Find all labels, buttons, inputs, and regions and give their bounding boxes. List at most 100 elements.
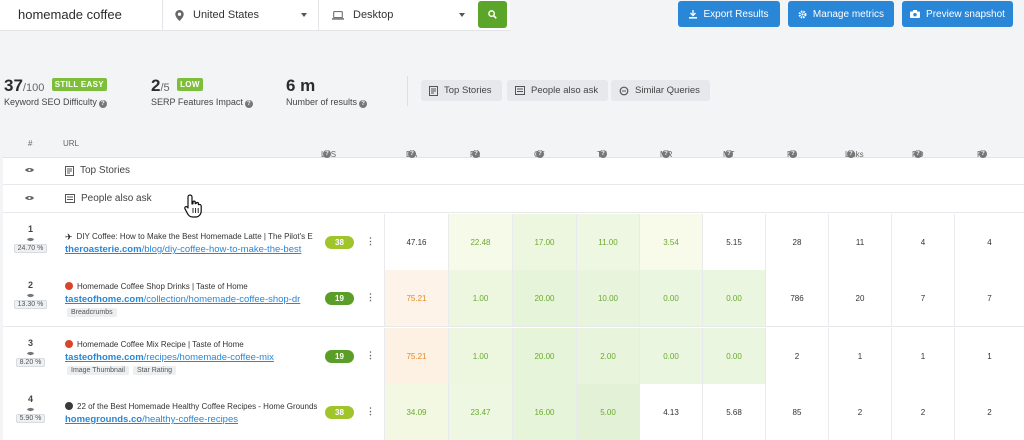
result-url[interactable]: tasteofhome.com/collection/homemade-coff… — [65, 294, 317, 305]
metric-cell-tf: 2.00 — [576, 328, 639, 384]
serp-feature-label: People also ask — [81, 193, 152, 204]
help-icon[interactable]: ? — [847, 150, 855, 158]
results-metric: 6 m Number of results? — [286, 76, 368, 108]
eye-icon[interactable] — [5, 404, 56, 412]
help-icon[interactable]: ? — [599, 150, 607, 158]
help-icon[interactable]: ? — [725, 150, 733, 158]
chip-label: People also ask — [531, 85, 599, 96]
eye-icon[interactable] — [5, 234, 56, 242]
eye-icon[interactable] — [25, 195, 34, 201]
keyword-input[interactable]: homemade coffee — [0, 0, 163, 30]
list-box-icon — [515, 86, 525, 95]
chip-similar-queries[interactable]: Similar Queries — [611, 80, 710, 101]
difficulty-badge: STILL EASY — [51, 78, 107, 91]
result-domain: theroasterie.com — [65, 244, 142, 255]
metric-cell-cf: 17.00 — [512, 214, 576, 270]
help-icon[interactable]: ? — [536, 150, 544, 158]
metric-cell-da: 75.21 — [384, 270, 448, 326]
chip-top-stories[interactable]: Top Stories — [421, 80, 502, 101]
metric-cell-mt: 5.15 — [702, 214, 765, 270]
country-label: United States — [193, 9, 260, 21]
country-select[interactable]: United States — [163, 0, 319, 30]
camera-icon — [910, 10, 921, 18]
rank-cell: 1 24.70 % — [5, 224, 56, 253]
result-title-text: 22 of the Best Homemade Healthy Coffee R… — [77, 402, 317, 411]
metric-cell-links: 20 — [828, 270, 891, 326]
metric-cell-links: 11 — [828, 214, 891, 270]
help-icon[interactable]: ? — [662, 150, 670, 158]
more-options-icon[interactable]: ⋮ — [366, 236, 375, 247]
plane-icon: ✈ — [65, 232, 73, 242]
search-button[interactable] — [478, 1, 507, 28]
more-options-icon[interactable]: ⋮ — [366, 406, 375, 417]
rank-number: 1 — [27, 224, 33, 234]
rank-number: 3 — [27, 338, 33, 348]
col-rank[interactable]: # — [28, 139, 32, 148]
serp-feature-row[interactable]: Top Stories — [3, 158, 1024, 185]
chip-people-also-ask[interactable]: People also ask — [507, 80, 609, 101]
help-icon[interactable]: ? — [789, 150, 797, 158]
lps-badge: 19 — [325, 350, 354, 363]
result-title-text: DIY Coffee: How to Make the Best Homemad… — [76, 232, 313, 241]
help-icon[interactable]: ? — [359, 100, 368, 108]
help-icon[interactable]: ? — [914, 150, 922, 158]
search-bar: homemade coffee United States Desktop — [0, 0, 510, 31]
serp-badge: LOW — [177, 78, 203, 91]
result-url[interactable]: tasteofhome.com/recipes/homemade-coffee-… — [65, 352, 317, 363]
table-row: 4 5.90 % 22 of the Best Homemade Healthy… — [3, 384, 1024, 440]
more-options-icon[interactable]: ⋮ — [366, 292, 375, 303]
results-table: # URL LPS ? DA ? PA ? CF ? TF ? MR ? MT … — [3, 128, 1024, 440]
divider — [407, 76, 408, 106]
help-icon[interactable]: ? — [244, 100, 253, 108]
rank-number: 4 — [27, 394, 33, 404]
metric-cell-fb: 28 — [765, 214, 828, 270]
metric-cell-cf: 20.00 — [512, 270, 576, 326]
eye-icon[interactable] — [5, 290, 56, 298]
metric-cell-mt: 0.00 — [702, 328, 765, 384]
metric-cell-pa: 1.00 — [448, 328, 512, 384]
result-path: /recipes/homemade-coffee-mix — [143, 352, 274, 363]
newspaper-icon — [65, 165, 74, 176]
location-pin-icon — [175, 9, 184, 21]
result-domain: tasteofhome.com — [65, 352, 144, 363]
help-icon[interactable]: ? — [472, 150, 480, 158]
preview-snapshot-button[interactable]: Preview snapshot — [902, 1, 1013, 27]
result-title: Homemade Coffee Shop Drinks | Taste of H… — [65, 282, 317, 291]
hand-cursor-icon — [184, 194, 202, 218]
feature-tag: Star Rating — [132, 366, 176, 375]
export-results-button[interactable]: Export Results — [678, 1, 780, 27]
metric-cell-fb: 85 — [765, 384, 828, 440]
serp-feature-tags: Breadcrumbs — [67, 308, 117, 317]
serp-feature-label: Top Stories — [80, 165, 131, 176]
result-url[interactable]: theroasterie.com/blog/diy-coffee-how-to-… — [65, 244, 317, 255]
metric-cell-tf: 11.00 — [576, 214, 639, 270]
serp-feature-row[interactable]: People also ask — [3, 186, 1024, 213]
metric-cell-links: 2 — [828, 384, 891, 440]
metric-cell-ri: 1 — [954, 328, 1024, 384]
metric-cell-ri: 4 — [954, 214, 1024, 270]
lps-badge: 38 — [325, 406, 354, 419]
results-value: 6 m — [286, 76, 316, 95]
result-domain: homegrounds.co — [65, 414, 143, 425]
help-icon[interactable]: ? — [98, 100, 107, 108]
metric-cell-mr: 0.00 — [639, 328, 702, 384]
coffee-bean-icon — [65, 402, 73, 410]
manage-metrics-button[interactable]: Manage metrics — [788, 1, 894, 27]
metric-cell-mt: 0.00 — [702, 270, 765, 326]
help-icon[interactable]: ? — [979, 150, 987, 158]
metric-cell-ri: 7 — [954, 270, 1024, 326]
eye-icon[interactable] — [5, 348, 56, 356]
metric-cell-fb: 2 — [765, 328, 828, 384]
result-url[interactable]: homegrounds.co/healthy-coffee-recipes — [65, 414, 317, 425]
metric-cell-pa: 1.00 — [448, 270, 512, 326]
table-row: 1 24.70 % ✈ DIY Coffee: How to Make the B… — [3, 214, 1024, 271]
help-icon[interactable]: ? — [408, 150, 416, 158]
help-icon[interactable]: ? — [323, 150, 331, 158]
chevron-down-icon — [459, 13, 465, 17]
eye-icon[interactable] — [25, 167, 34, 173]
results-label: Number of results — [286, 97, 358, 107]
device-select[interactable]: Desktop — [319, 0, 476, 30]
more-options-icon[interactable]: ⋮ — [366, 350, 375, 361]
col-url[interactable]: URL — [63, 139, 79, 148]
metric-cell-rd: 2 — [891, 384, 954, 440]
